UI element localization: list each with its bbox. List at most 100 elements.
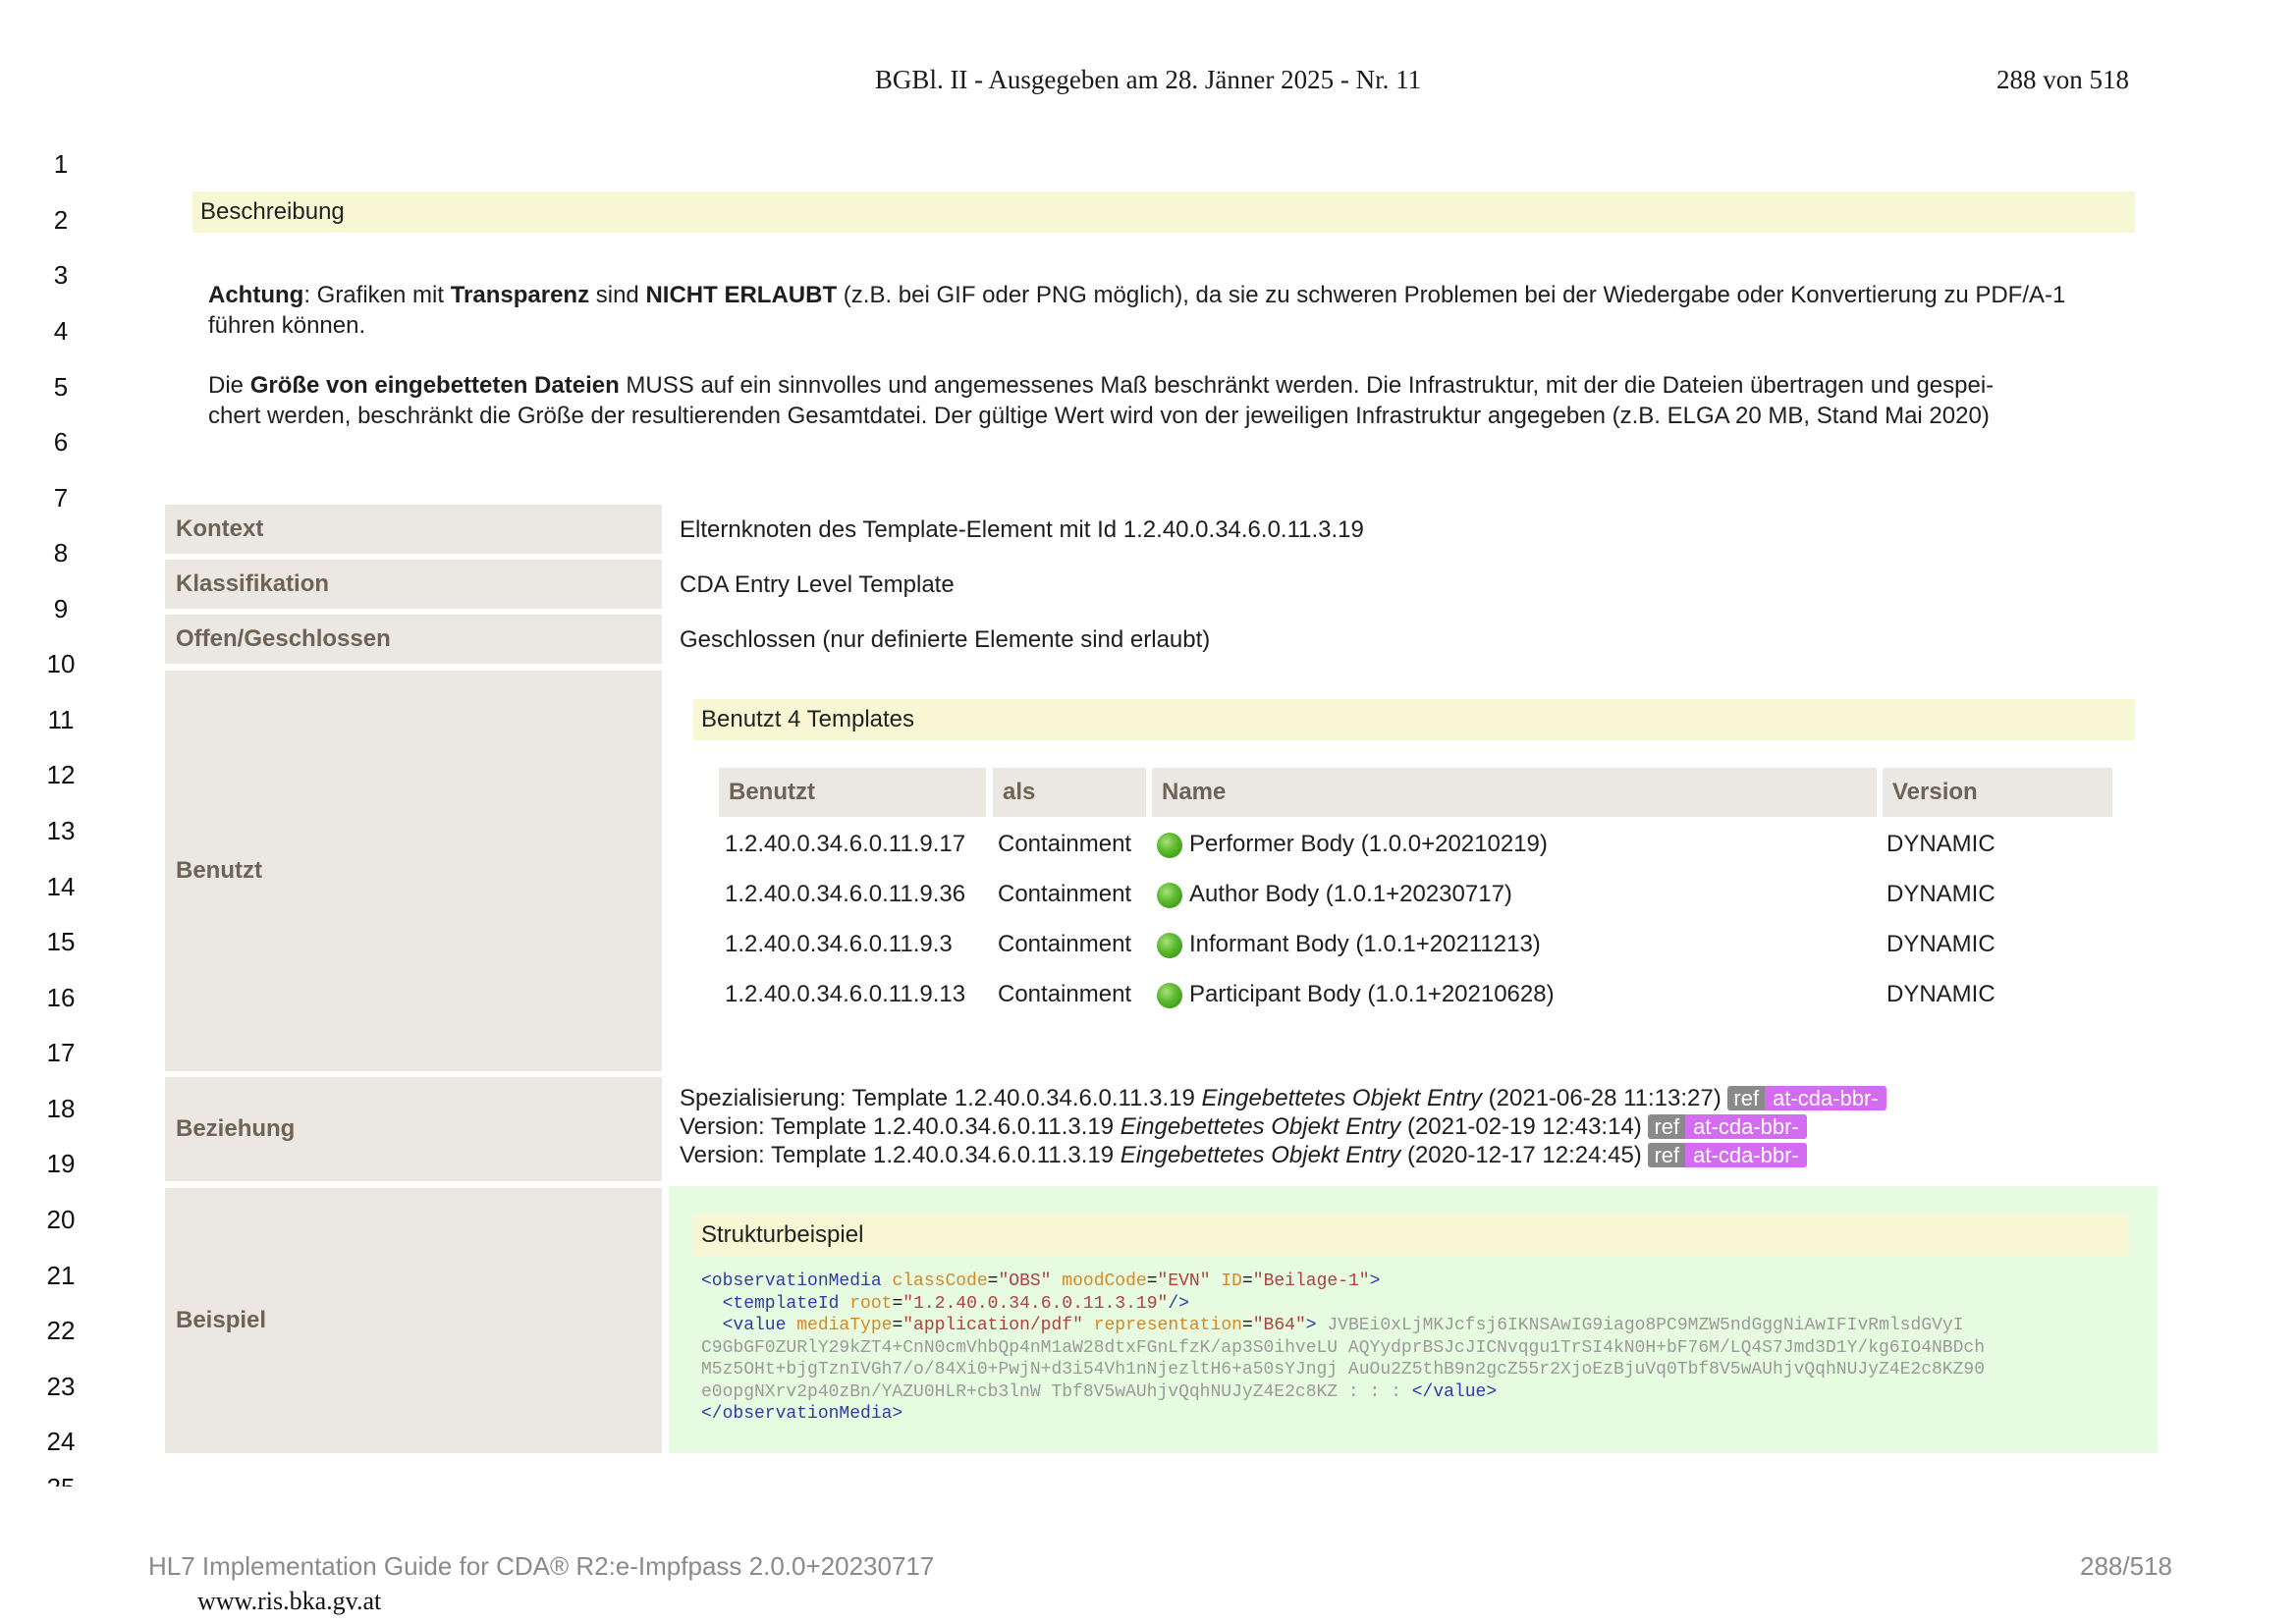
relation-template-name: Eingebettetes Objekt Entry [1120,1113,1401,1140]
line-number: 6 [53,427,69,457]
template-usage: Containment [998,981,1132,1007]
label-beziehung: Beziehung [165,1077,662,1181]
template-name: Performer Body (1.0.0+20210219) [1189,831,1548,857]
col-header-name: Name [1152,768,1877,817]
xml-tag: /> [1168,1293,1189,1314]
status-active-icon [1157,933,1182,958]
line-number: 18 [46,1094,76,1123]
xml-attr: moodCode [1062,1271,1147,1291]
template-name: Informant Body (1.0.1+20211213) [1189,931,1541,957]
xml-tag: <templateId [701,1293,850,1314]
section-title-text: Beschreibung [200,198,345,225]
xml-tag: </observationMedia> [701,1404,903,1424]
line-number: 5 [53,372,69,402]
label-kontext: Kontext [165,505,662,554]
status-active-icon [1157,883,1182,908]
relation-prefix: Version: Template 1.2.40.0.34.6.0.11.3.1… [680,1142,1121,1168]
xml-tag: > [1369,1271,1381,1291]
line-number: 7 [53,483,69,513]
xml-attr: ID [1221,1271,1242,1291]
uses-title-bar: Benutzt 4 Templates [693,699,2135,740]
xml-data: JVBEi0xLjMKJcfsj6IKNSAwIG9iago8PC9MZW5nd… [1316,1316,1964,1335]
bold-text: NICHT ERLAUBT [645,282,838,308]
template-usage: Containment [998,881,1132,907]
template-usage: Containment [998,931,1132,957]
line-number: 25 [29,1473,92,1487]
value-offen-geschlossen: Geschlossen (nur definierte Elemente sin… [680,626,1211,653]
status-active-icon [1157,833,1182,858]
line-number: 13 [46,816,76,845]
uses-title: Benutzt 4 Templates [701,706,915,732]
text: sind [589,282,646,308]
template-id: 1.2.40.0.34.6.0.11.9.3 [725,931,953,957]
line-number: 4 [53,316,69,346]
page-count: 288 von 518 [1996,65,2129,94]
template-ref-link[interactable]: at-cda-bbr- [1685,1114,1807,1139]
line-number: 10 [46,649,76,678]
line-number: 17 [46,1038,76,1067]
xml-value: "OBS" [998,1271,1052,1291]
xml-attr: representation [1093,1316,1242,1335]
col-header-als: als [993,768,1146,817]
xml-attr: classCode [892,1271,988,1291]
value-klassifikation: CDA Entry Level Template [680,571,955,598]
text: chert werden, beschränkt die Größe der r… [208,403,1990,429]
xml-value: "B64" [1252,1316,1306,1335]
ref-badge[interactable]: ref [1727,1086,1766,1110]
text: MUSS auf ein sinnvolles und angemessenes… [619,372,1995,399]
section-title-beschreibung: Beschreibung [192,191,2135,233]
xml-attr: root [849,1293,893,1314]
ref-badge[interactable]: ref [1648,1114,1686,1139]
line-number: 2 [53,205,69,235]
xml-value: "1.2.40.0.34.6.0.11.3.19" [902,1293,1169,1314]
relation-template-name: Eingebettetes Objekt Entry [1120,1142,1401,1168]
relation-line: Version: Template 1.2.40.0.34.6.0.11.3.1… [680,1113,1807,1141]
value-kontext: Elternknoten des Template-Element mit Id… [680,516,1364,543]
size-paragraph: Die Größe von eingebetteten Dateien MUSS… [208,370,2123,431]
xml-data: M5z5OHt+bjgTznIVGh7/o/84Xi0+PwjN+d3i54Vh… [701,1360,1986,1380]
template-version: DYNAMIC [1886,881,1995,907]
template-name: Author Body (1.0.1+20230717) [1189,881,1512,907]
bold-text: Transparenz [450,282,590,308]
line-number: 3 [53,260,69,290]
line-number: 8 [53,538,69,568]
xml-example-code: <observationMedia classCode="OBS" moodCo… [701,1271,1986,1424]
xml-value: "Beilage-1" [1252,1271,1370,1291]
label-beispiel: Beispiel [165,1188,662,1453]
line-number: 22 [46,1316,76,1345]
bold-text: Größe von eingebetteten Dateien [249,372,620,399]
relation-date: (2021-06-28 11:13:27) [1481,1085,1728,1111]
line-number: 14 [46,872,76,901]
ref-badge[interactable]: ref [1648,1143,1686,1167]
template-id: 1.2.40.0.34.6.0.11.9.36 [725,881,966,907]
footer-url: www.ris.bka.gv.at [197,1587,382,1615]
line-number: 24 [46,1427,76,1456]
warning-paragraph: Achtung: Grafiken mit Transparenz sind N… [208,280,2123,341]
line-number: 12 [46,760,76,789]
label-offen-geschlossen: Offen/Geschlossen [165,615,662,664]
example-title: Strukturbeispiel [701,1221,864,1248]
label-benutzt: Benutzt [165,671,662,1071]
relation-template-name: Eingebettetes Objekt Entry [1201,1085,1482,1111]
text: Die [208,372,250,399]
gazette-header: BGBl. II - Ausgegeben am 28. Jänner 2025… [874,65,1422,94]
xml-tag: > [1305,1316,1317,1335]
relation-date: (2020-12-17 12:24:45) [1400,1142,1649,1168]
template-version: DYNAMIC [1886,831,1995,857]
xml-attr: mediaType [796,1316,893,1335]
template-version: DYNAMIC [1886,931,1995,957]
bold-text: Achtung [208,282,304,308]
line-number: 23 [46,1372,76,1401]
template-version: DYNAMIC [1886,981,1995,1007]
template-id: 1.2.40.0.34.6.0.11.9.13 [725,981,966,1007]
line-number: 11 [47,705,75,734]
line-number: 16 [46,983,76,1012]
line-number: 21 [46,1261,76,1290]
example-title-bar: Strukturbeispiel [693,1215,2129,1256]
line-number: 15 [46,927,76,956]
template-name: Participant Body (1.0.1+20210628) [1189,981,1555,1007]
template-ref-link[interactable]: at-cda-bbr- [1765,1086,1886,1110]
line-number: 9 [53,594,69,623]
template-ref-link[interactable]: at-cda-bbr- [1685,1143,1807,1167]
relation-prefix: Version: Template 1.2.40.0.34.6.0.11.3.1… [680,1113,1121,1140]
